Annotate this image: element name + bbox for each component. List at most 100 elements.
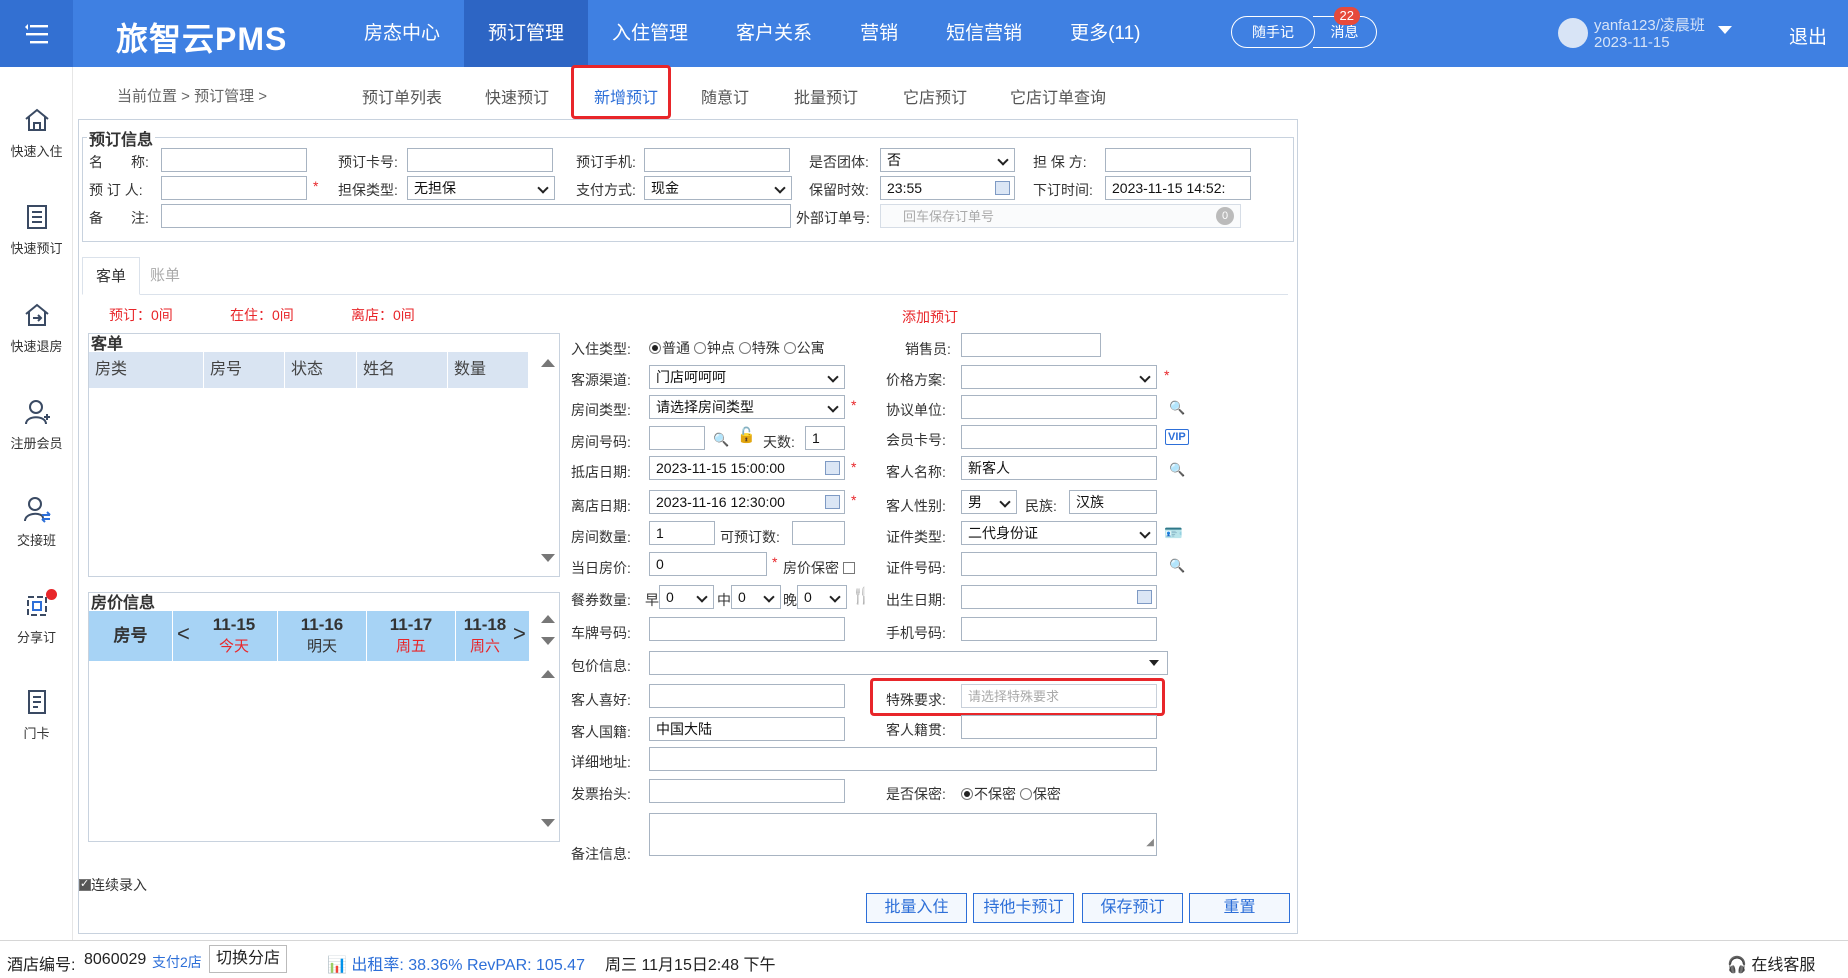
nationality-field[interactable]: 中国大陆 bbox=[649, 717, 845, 741]
price-day-cell[interactable]: 11-18 周六 bbox=[456, 611, 514, 661]
radio-not-secret[interactable] bbox=[961, 788, 973, 800]
prev-arrow-icon[interactable]: < bbox=[177, 621, 190, 647]
radio-special[interactable] bbox=[738, 342, 751, 354]
nav-crm[interactable]: 客户关系 bbox=[712, 0, 836, 67]
id-reader-icon[interactable]: 🪪 bbox=[1164, 524, 1183, 542]
tab-quick-booking[interactable]: 快速预订 bbox=[485, 84, 549, 108]
add-booking-link[interactable]: 添加预订 bbox=[902, 307, 958, 327]
sidebar-item-quick-checkout[interactable]: 快速退房 bbox=[0, 300, 73, 355]
payment-select[interactable]: 现金 bbox=[644, 176, 792, 200]
scroll-up-arrow[interactable] bbox=[541, 615, 555, 623]
price-secret-checkbox[interactable] bbox=[842, 562, 855, 574]
nav-more[interactable]: 更多(11) bbox=[1046, 0, 1164, 67]
memo-textarea[interactable]: ◢ bbox=[649, 813, 1157, 856]
guarantor-field[interactable] bbox=[1105, 148, 1251, 172]
booking-card-field[interactable] bbox=[407, 148, 553, 172]
reset-button[interactable]: 重置 bbox=[1189, 893, 1290, 923]
booker-field[interactable] bbox=[161, 176, 307, 200]
birth-date-field[interactable] bbox=[961, 585, 1157, 609]
plate-field[interactable] bbox=[649, 617, 845, 641]
sales-field[interactable] bbox=[961, 333, 1101, 357]
meal-icon[interactable]: 🍴 bbox=[851, 586, 871, 606]
calendar-icon[interactable] bbox=[995, 181, 1010, 195]
menu-toggle-button[interactable] bbox=[0, 0, 73, 67]
meal-breakfast-select[interactable]: 0 bbox=[659, 585, 714, 609]
address-field[interactable] bbox=[649, 747, 1157, 771]
next-arrow-icon[interactable]: > bbox=[513, 621, 526, 647]
save-booking-button[interactable]: 保存预订 bbox=[1082, 893, 1183, 923]
price-day-cell[interactable]: 11-15 今天 bbox=[191, 611, 278, 661]
scroll-up-arrow[interactable] bbox=[541, 670, 555, 678]
days-field[interactable]: 1 bbox=[805, 426, 845, 450]
nav-room-status[interactable]: 房态中心 bbox=[340, 0, 464, 67]
radio-hourly[interactable] bbox=[693, 342, 706, 354]
day-price-field[interactable]: 0 bbox=[649, 552, 767, 576]
calendar-icon[interactable] bbox=[825, 461, 840, 475]
arrive-date-field[interactable]: 2023-11-15 15:00:00 bbox=[649, 456, 845, 480]
vip-icon[interactable]: VIP bbox=[1165, 429, 1189, 445]
nav-booking[interactable]: 预订管理 bbox=[464, 0, 589, 67]
mobile-field[interactable] bbox=[961, 617, 1157, 641]
tab-other-store-booking[interactable]: 它店预订 bbox=[903, 84, 967, 108]
radio-secret[interactable] bbox=[1019, 788, 1032, 800]
room-count-field[interactable]: 1 bbox=[649, 521, 715, 545]
unlock-icon[interactable]: 🔓 bbox=[737, 426, 756, 444]
source-select[interactable]: 门店呵呵呵 bbox=[649, 365, 845, 389]
invoice-field[interactable] bbox=[649, 779, 845, 803]
radio-normal[interactable] bbox=[649, 342, 661, 354]
room-no-field[interactable] bbox=[649, 426, 705, 450]
tab-batch-booking[interactable]: 批量预订 bbox=[794, 84, 858, 108]
price-plan-select[interactable] bbox=[961, 365, 1157, 389]
search-icon[interactable]: 🔍 bbox=[1169, 400, 1185, 416]
scroll-down-arrow[interactable] bbox=[541, 819, 555, 827]
group-select[interactable]: 否 bbox=[880, 148, 1015, 172]
guest-name-field[interactable]: 新客人 bbox=[961, 456, 1157, 480]
package-select[interactable] bbox=[649, 651, 1168, 675]
search-icon[interactable]: 🔍 bbox=[713, 432, 729, 448]
remark-field[interactable] bbox=[161, 204, 791, 228]
tab-guest-order[interactable]: 客单 bbox=[82, 257, 141, 295]
id-type-select[interactable]: 二代身份证 bbox=[961, 521, 1157, 545]
guarantee-type-select[interactable]: 无担保 bbox=[407, 176, 555, 200]
gender-select[interactable]: 男 bbox=[961, 490, 1017, 514]
price-day-cell[interactable]: 11-17 周五 bbox=[367, 611, 456, 661]
continuous-entry-toggle[interactable]: 连续录入 bbox=[79, 875, 147, 895]
name-field[interactable] bbox=[161, 148, 307, 172]
hold-time-field[interactable]: 23:55 bbox=[880, 176, 1015, 200]
logout-link[interactable]: 退出 bbox=[1789, 22, 1827, 49]
hobby-field[interactable] bbox=[649, 684, 845, 708]
nav-marketing[interactable]: 营销 bbox=[836, 0, 922, 67]
tab-casual-booking[interactable]: 随意订 bbox=[701, 84, 749, 108]
nav-sms[interactable]: 短信营销 bbox=[922, 0, 1046, 67]
sidebar-item-shift-handover[interactable]: 交接班 bbox=[0, 494, 73, 549]
tab-bill[interactable]: 账单 bbox=[137, 257, 193, 295]
tab-other-store-query[interactable]: 它店订单查询 bbox=[1010, 84, 1106, 108]
calendar-icon[interactable] bbox=[825, 495, 840, 509]
batch-checkin-button[interactable]: 批量入住 bbox=[866, 893, 967, 923]
agreement-field[interactable] bbox=[961, 395, 1157, 419]
sidebar-item-share-booking[interactable]: 分享订 bbox=[0, 589, 73, 646]
origin-field[interactable] bbox=[961, 715, 1157, 739]
continuous-entry-checkbox[interactable] bbox=[79, 877, 91, 891]
sidebar-item-door-card[interactable]: 门卡 bbox=[0, 687, 73, 742]
ethnic-field[interactable]: 汉族 bbox=[1069, 490, 1157, 514]
radio-apartment[interactable] bbox=[783, 342, 796, 354]
resize-handle-icon[interactable]: ◢ bbox=[1146, 832, 1154, 854]
scroll-down-arrow[interactable] bbox=[541, 637, 555, 645]
search-icon[interactable]: 🔍 bbox=[1169, 462, 1185, 478]
tab-booking-list[interactable]: 预订单列表 bbox=[362, 84, 442, 108]
calendar-icon[interactable] bbox=[1137, 590, 1152, 604]
nav-checkin[interactable]: 入住管理 bbox=[588, 0, 712, 67]
booking-phone-field[interactable] bbox=[644, 148, 790, 172]
meal-dinner-select[interactable]: 0 bbox=[797, 585, 847, 609]
external-order-field[interactable]: 回车保存订单号 0 bbox=[880, 204, 1241, 228]
member-card-field[interactable] bbox=[961, 425, 1157, 449]
switch-branch-button[interactable]: 切换分店 bbox=[209, 945, 288, 973]
room-type-select[interactable]: 请选择房间类型 bbox=[649, 395, 845, 419]
meal-lunch-select[interactable]: 0 bbox=[731, 585, 781, 609]
sidebar-item-register-member[interactable]: 注册会员 bbox=[0, 397, 73, 452]
order-time-field[interactable]: 2023-11-15 14:52: bbox=[1105, 176, 1251, 200]
other-card-booking-button[interactable]: 持他卡预订 bbox=[973, 893, 1074, 923]
price-day-cell[interactable]: 11-16 明天 bbox=[278, 611, 367, 661]
price-secret-toggle[interactable]: 房价保密 bbox=[783, 558, 855, 578]
